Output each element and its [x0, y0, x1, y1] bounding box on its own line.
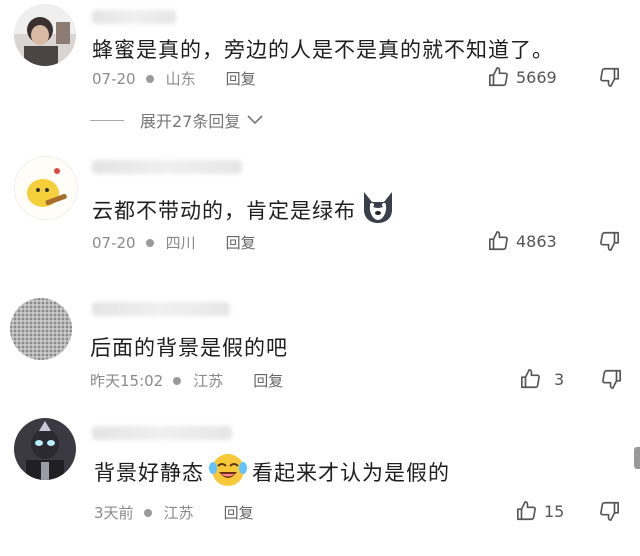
dislike-button[interactable]: [598, 66, 620, 92]
like-count: 4863: [516, 231, 557, 251]
avatar[interactable]: [10, 298, 72, 360]
dislike-button[interactable]: [598, 230, 620, 256]
username-blurred: [92, 160, 242, 174]
comment-date: 昨天15:02: [90, 372, 164, 390]
comment-text: 背景好静态 看起来才认为是假的: [94, 450, 450, 493]
comment-meta: 昨天15:02 江苏 回复: [90, 370, 283, 391]
comment-date: 3天前: [94, 504, 134, 522]
chevron-down-icon: [247, 115, 263, 125]
expand-replies[interactable]: 展开27条回复: [90, 108, 264, 132]
comment-date: 07-20: [92, 233, 136, 252]
like-count: 3: [554, 369, 565, 389]
husky-dog-emoji: [360, 190, 396, 229]
like-button[interactable]: 5669: [488, 66, 557, 88]
dislike-button[interactable]: [598, 500, 620, 526]
thumbs-up-icon: [521, 369, 540, 389]
reply-button[interactable]: 回复: [224, 502, 254, 523]
thumbs-up-icon: [489, 67, 508, 87]
comment-meta: 07-20 四川 回复: [92, 232, 256, 253]
comment-meta: 07-20 山东 回复: [92, 68, 256, 89]
thumbs-down-icon: [602, 369, 621, 389]
comment-text: 蜂蜜是真的，旁边的人是不是真的就不知道了。: [92, 38, 554, 62]
avatar[interactable]: [14, 4, 76, 66]
separator-dot: [145, 238, 154, 247]
comment-location: 山东: [165, 70, 196, 88]
comment-text: 后面的背景是假的吧: [90, 336, 288, 360]
comment-location: 江苏: [193, 372, 224, 390]
separator-dot: [173, 376, 182, 385]
reply-button[interactable]: 回复: [226, 68, 256, 89]
thumbs-up-icon: [517, 501, 536, 521]
comment-date: 07-20: [92, 69, 136, 88]
laughing-crying-emoji: [208, 450, 248, 493]
scroll-indicator[interactable]: [634, 447, 640, 469]
username-blurred: [92, 302, 230, 316]
avatar[interactable]: [14, 156, 78, 220]
expand-replies-label: 展开27条回复: [140, 112, 241, 131]
like-count: 15: [544, 501, 565, 521]
thumbs-down-icon: [600, 231, 619, 251]
comment-text-after: 看起来才认为是假的: [252, 460, 450, 485]
like-button[interactable]: 4863: [488, 230, 557, 252]
reply-button[interactable]: 回复: [226, 232, 256, 253]
comment-text-content: 云都不带动的，肯定是绿布: [92, 198, 356, 223]
like-button[interactable]: 3: [520, 368, 564, 390]
comment-text-before: 背景好静态: [94, 460, 204, 485]
comment-location: 江苏: [163, 504, 194, 522]
comment-meta: 3天前 江苏 回复: [94, 502, 254, 523]
comment-item-1: 蜂蜜是真的，旁边的人是不是真的就不知道了。 07-20 山东 回复 5669 展…: [0, 0, 640, 140]
thumbs-down-icon: [600, 501, 619, 521]
avatar[interactable]: [14, 418, 76, 480]
separator-dot: [143, 508, 152, 517]
thumbs-down-icon: [600, 67, 619, 87]
comment-item-4: 背景好静态 看起来才认为是假的 3天前 江苏 回复 15: [0, 412, 640, 556]
comment-text: 云都不带动的，肯定是绿布: [92, 190, 396, 229]
separator-dot: [145, 74, 154, 83]
comment-item-2: 云都不带动的，肯定是绿布 07-20 四川 回复 4863: [0, 150, 640, 270]
username-blurred: [92, 426, 232, 440]
comment-location: 四川: [165, 234, 196, 252]
thumbs-up-icon: [489, 231, 508, 251]
divider-line: [90, 119, 124, 121]
like-button[interactable]: 15: [516, 500, 564, 522]
comment-item-3: 后面的背景是假的吧 昨天15:02 江苏 回复 3: [0, 290, 640, 400]
reply-button[interactable]: 回复: [253, 370, 283, 391]
username-blurred: [92, 10, 176, 24]
like-count: 5669: [516, 67, 557, 87]
dislike-button[interactable]: [600, 368, 622, 394]
